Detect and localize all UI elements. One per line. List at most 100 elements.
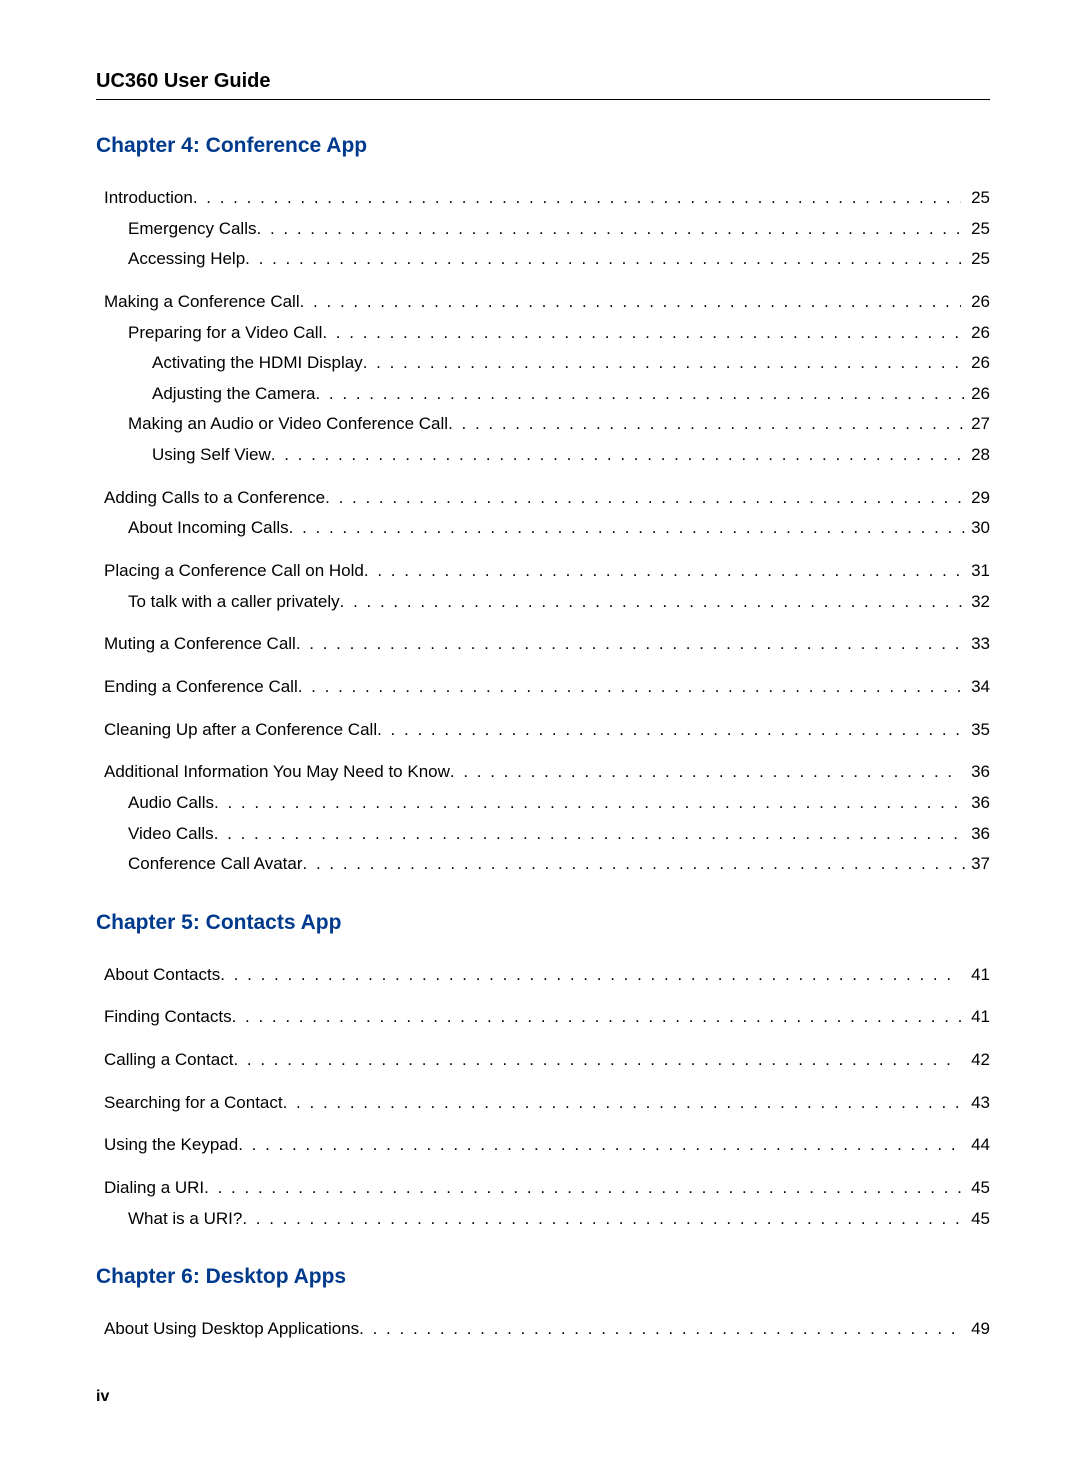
toc-entry-page: 36 (961, 760, 990, 785)
toc-entry: What is a URI? 45 (128, 1207, 990, 1232)
toc-entry-page: 42 (961, 1048, 990, 1073)
toc-entry-title: Calling a Contact (104, 1048, 233, 1073)
toc-entry: Making an Audio or Video Conference Call… (128, 412, 990, 437)
toc-entry-page: 45 (961, 1176, 990, 1201)
toc-entry-title: Adding Calls to a Conference (104, 486, 325, 511)
toc-leader-dots (257, 217, 968, 242)
toc-leader-dots (296, 632, 961, 657)
toc-entry-page: 26 (967, 321, 990, 346)
toc-entry-title: Audio Calls (128, 791, 214, 816)
toc-leader-dots (220, 963, 961, 988)
toc-entry-title: About Incoming Calls (128, 516, 289, 541)
toc-entry: About Using Desktop Applications49 (104, 1317, 990, 1342)
toc-entry: Using Self View 28 (152, 443, 990, 468)
toc-entry-page: 33 (961, 632, 990, 657)
toc-entry: Activating the HDMI Display 26 (152, 351, 990, 376)
toc-entry: Audio Calls 36 (128, 791, 990, 816)
toc-entry-page: 45 (967, 1207, 990, 1232)
toc-entry: Ending a Conference Call 34 (104, 675, 990, 700)
toc-leader-dots (193, 186, 961, 211)
toc-entry: Conference Call Avatar 37 (128, 852, 990, 877)
toc-entry-page: 28 (967, 443, 990, 468)
toc-entry-title: Ending a Conference Call (104, 675, 298, 700)
toc-leader-dots (298, 675, 961, 700)
toc-leader-dots (245, 247, 967, 272)
toc-entry: Video Calls 36 (128, 822, 990, 847)
toc-leader-dots (233, 1048, 961, 1073)
toc-entry-page: 44 (961, 1133, 990, 1158)
toc-entry: Dialing a URI45 (104, 1176, 990, 1201)
toc-entry: About Contacts 41 (104, 963, 990, 988)
page-header-title: UC360 User Guide (96, 70, 990, 93)
toc-entry: Searching for a Contact 43 (104, 1091, 990, 1116)
toc-entry: Using the Keypad 44 (104, 1133, 990, 1158)
toc-list: Introduction25Emergency Calls 25Accessin… (96, 186, 990, 877)
toc-entry-title: Using the Keypad (104, 1133, 238, 1158)
toc-entry: Additional Information You May Need to K… (104, 760, 990, 785)
toc-entry-title: Additional Information You May Need to K… (104, 760, 450, 785)
toc-leader-dots (315, 382, 967, 407)
toc-entry-title: Activating the HDMI Display (152, 351, 363, 376)
toc-leader-dots (359, 1317, 961, 1342)
toc-leader-dots (238, 1133, 961, 1158)
toc-list: About Using Desktop Applications49 (96, 1317, 990, 1342)
toc-entry-page: 34 (961, 675, 990, 700)
header-rule (96, 99, 990, 100)
toc-entry-title: Placing a Conference Call on Hold (104, 559, 364, 584)
toc-entry-page: 35 (961, 718, 990, 743)
toc-leader-dots (242, 1207, 967, 1232)
toc-leader-dots (363, 351, 967, 376)
toc-leader-dots (340, 590, 967, 615)
toc-entry-title: Introduction (104, 186, 193, 211)
toc-entry-page: 26 (967, 382, 990, 407)
toc-entry: To talk with a caller privately 32 (128, 590, 990, 615)
toc-entry-page: 41 (961, 963, 990, 988)
toc-leader-dots (232, 1005, 962, 1030)
toc-entry-page: 37 (967, 852, 990, 877)
toc-list: About Contacts 41 Finding Contacts 41 Callin… (96, 963, 990, 1231)
toc-entry: Placing a Conference Call on Hold 31 (104, 559, 990, 584)
toc-entry-page: 43 (961, 1091, 990, 1116)
toc-entry: Preparing for a Video Call 26 (128, 321, 990, 346)
toc-entry-page: 25 (967, 247, 990, 272)
toc-entry: Cleaning Up after a Conference Call 35 (104, 718, 990, 743)
toc-entry-title: Finding Contacts (104, 1005, 232, 1030)
toc-entry-page: 32 (967, 590, 990, 615)
toc-leader-dots (214, 791, 967, 816)
chapter-title: Chapter 6: Desktop Apps (96, 1265, 990, 1289)
chapter-title: Chapter 5: Contacts App (96, 911, 990, 935)
toc-entry-page: 30 (967, 516, 990, 541)
toc-entry-title: Video Calls (128, 822, 214, 847)
toc-leader-dots (325, 486, 961, 511)
document-page: UC360 User Guide Chapter 4: Conference A… (0, 0, 1080, 1466)
toc-entry-title: Conference Call Avatar (128, 852, 303, 877)
toc-entry-page: 49 (961, 1317, 990, 1342)
toc-entry-title: Emergency Calls (128, 217, 257, 242)
toc-entry: Adding Calls to a Conference29 (104, 486, 990, 511)
toc-entry-title: Adjusting the Camera (152, 382, 315, 407)
toc-entry-page: 36 (967, 791, 990, 816)
toc-entry: Adjusting the Camera 26 (152, 382, 990, 407)
toc-entry: Emergency Calls 25 (128, 217, 990, 242)
toc-leader-dots (448, 412, 967, 437)
toc-entry-page: 27 (967, 412, 990, 437)
toc-leader-dots (271, 443, 967, 468)
toc-leader-dots (377, 718, 961, 743)
toc-entry-title: Cleaning Up after a Conference Call (104, 718, 377, 743)
toc-entry-title: About Contacts (104, 963, 220, 988)
toc-leader-dots (322, 321, 967, 346)
toc-leader-dots (450, 760, 961, 785)
chapter-title: Chapter 4: Conference App (96, 134, 990, 158)
toc-entry-title: Making a Conference Call (104, 290, 300, 315)
toc-entry: About Incoming Calls 30 (128, 516, 990, 541)
toc-entry-title: Accessing Help (128, 247, 245, 272)
toc-entry-title: Making an Audio or Video Conference Call (128, 412, 448, 437)
toc-leader-dots (204, 1176, 961, 1201)
toc-leader-dots (300, 290, 961, 315)
toc-entry-page: 25 (967, 217, 990, 242)
toc-entry: Muting a Conference Call 33 (104, 632, 990, 657)
toc-entry-title: Muting a Conference Call (104, 632, 296, 657)
table-of-contents: Chapter 4: Conference AppIntroduction25E… (96, 134, 990, 1342)
toc-entry: Making a Conference Call26 (104, 290, 990, 315)
toc-entry-page: 31 (961, 559, 990, 584)
